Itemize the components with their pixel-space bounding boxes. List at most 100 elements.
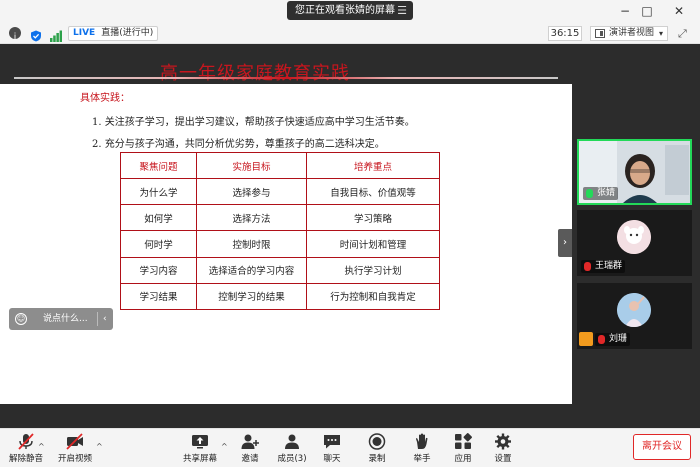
meeting-timer: 36:15: [548, 26, 582, 41]
avatar: [617, 293, 651, 327]
floating-chat-input[interactable]: ☺ 说点什么... ‹: [9, 308, 113, 330]
shield-icon[interactable]: [30, 27, 42, 42]
start-video-button[interactable]: 开启视频: [55, 433, 95, 466]
apps-label: 应用: [454, 454, 472, 464]
host-badge-icon: [579, 332, 593, 346]
members-label: 成员(3): [277, 454, 307, 464]
invite-label: 邀请: [241, 454, 259, 464]
section-label: 具体实践：: [80, 93, 130, 104]
participant-name-tag: 王瑞群: [581, 260, 626, 273]
maximize-button[interactable]: □: [638, 2, 656, 20]
add-user-icon: [241, 433, 259, 450]
table-header: 实施目标: [196, 151, 307, 180]
table-cell: 学习策略: [306, 204, 440, 232]
video-tile[interactable]: 王瑞群: [577, 210, 692, 276]
info-icon[interactable]: i: [9, 27, 21, 43]
emoji-icon[interactable]: ☺: [15, 313, 27, 325]
table-row: 如何学 选择方法 学习策略: [120, 204, 440, 232]
raise-hand-label: 举手: [413, 454, 431, 464]
title-bar: 您正在观看张婧的屏幕 ☰ − □ ✕: [0, 0, 700, 22]
video-options-icon[interactable]: ^: [96, 442, 103, 451]
share-screen-button[interactable]: 共享屏幕: [180, 433, 220, 466]
avatar: [617, 220, 651, 254]
table-header: 聚焦问题: [120, 151, 197, 180]
svg-text:i: i: [14, 33, 17, 43]
title-divider: [14, 77, 558, 79]
mic-muted-icon: [598, 335, 605, 344]
video-tile-active-speaker[interactable]: 张婧: [577, 139, 692, 205]
unmute-label: 解除静音: [8, 454, 43, 464]
meeting-toolbar: 解除静音 ^ 开启视频 ^ 共享屏幕 ^ 邀请 成员(3) 聊天 录制 举手 应…: [0, 428, 700, 467]
share-notice-text: 您正在观看张婧的屏幕: [295, 5, 395, 16]
video-tile[interactable]: 刘珊: [577, 283, 692, 349]
signal-strength-icon[interactable]: [50, 27, 62, 42]
table-cell: 何时学: [120, 230, 197, 258]
table-row: 学习结果 控制学习的结果 行为控制和自我肯定: [120, 282, 440, 311]
record-button[interactable]: 录制: [357, 433, 397, 466]
hamburger-menu-icon[interactable]: ☰: [397, 1, 407, 20]
table-cell: 如何学: [120, 204, 197, 232]
video-off-icon: [66, 433, 84, 450]
leave-meeting-button[interactable]: 离开会议: [633, 434, 691, 460]
table-header: 培养重点: [306, 151, 440, 180]
table-cell: 选择方法: [196, 204, 307, 232]
table-cell: 控制时限: [196, 230, 307, 258]
raise-hand-button[interactable]: 举手: [402, 433, 442, 466]
practice-table: 聚焦问题 实施目标 培养重点 为什么学 选择参与 自我目标、价值观等 如何学 选…: [120, 151, 440, 311]
start-video-label: 开启视频: [57, 454, 92, 464]
participant-name-tag: 刘珊: [595, 333, 631, 346]
table-cell: 选择适合的学习内容: [196, 256, 307, 284]
live-status[interactable]: LIVE 直播(进行中): [68, 26, 159, 41]
slide-point-1: 1. 关注孩子学习，提出学习建议，帮助孩子快速适应高中学习生活节奏。: [92, 117, 415, 128]
mic-active-icon: [586, 189, 593, 198]
table-header-row: 聚焦问题 实施目标 培养重点: [120, 151, 440, 180]
audio-options-icon[interactable]: ^: [38, 442, 45, 451]
table-cell: 学习内容: [120, 256, 197, 284]
settings-label: 设置: [494, 454, 512, 464]
table-cell: 执行学习计划: [306, 256, 440, 284]
chat-icon: [323, 433, 341, 450]
view-mode-label: 演讲者视图: [609, 28, 655, 38]
members-button[interactable]: 成员(3): [272, 433, 312, 466]
table-row: 为什么学 选择参与 自我目标、价值观等: [120, 178, 440, 206]
view-mode-button[interactable]: 演讲者视图 ▾: [590, 26, 668, 41]
hand-icon: [413, 433, 431, 450]
table-cell: 行为控制和自我肯定: [306, 282, 440, 311]
apps-grid-icon: [454, 433, 472, 450]
participant-name-tag: 张婧: [583, 187, 619, 200]
chevron-down-icon: ▾: [658, 29, 663, 38]
collapse-chat-icon[interactable]: ‹: [103, 308, 107, 330]
divider: [97, 312, 98, 326]
slide-point-2: 2. 充分与孩子沟通，共同分析优劣势，尊重孩子的高二选科决定。: [92, 139, 385, 150]
collapse-gallery-button[interactable]: ›: [558, 229, 572, 257]
apps-button[interactable]: 应用: [443, 433, 483, 466]
settings-button[interactable]: 设置: [483, 433, 523, 466]
share-screen-label: 共享屏幕: [182, 454, 217, 464]
invite-button[interactable]: 邀请: [230, 433, 270, 466]
live-tag: LIVE: [73, 28, 96, 38]
screen-share-notice[interactable]: 您正在观看张婧的屏幕 ☰: [287, 1, 413, 20]
record-icon: [368, 433, 386, 450]
meeting-status-bar: i LIVE 直播(进行中) 36:15 演讲者视图 ▾ ⤢: [0, 22, 700, 44]
table-cell: 选择参与: [196, 178, 307, 206]
table-cell: 控制学习的结果: [196, 282, 307, 311]
close-button[interactable]: ✕: [670, 2, 688, 20]
table-cell: 为什么学: [120, 178, 197, 206]
record-label: 录制: [368, 454, 386, 464]
live-status-text: 直播(进行中): [101, 28, 154, 38]
participant-name: 王瑞群: [595, 261, 623, 271]
share-screen-icon: [191, 433, 209, 450]
table-cell: 学习结果: [120, 282, 197, 311]
chat-button[interactable]: 聊天: [312, 433, 352, 466]
share-options-icon[interactable]: ^: [221, 442, 228, 451]
fullscreen-icon[interactable]: ⤢: [678, 27, 687, 41]
participants-icon: [283, 433, 301, 450]
minimize-button[interactable]: −: [616, 2, 634, 20]
table-cell: 时间计划和管理: [306, 230, 440, 258]
table-row: 何时学 控制时限 时间计划和管理: [120, 230, 440, 258]
participant-name: 刘珊: [609, 334, 628, 344]
table-cell: 自我目标、价值观等: [306, 178, 440, 206]
speaker-view-icon: [595, 29, 605, 38]
table-row: 学习内容 选择适合的学习内容 执行学习计划: [120, 256, 440, 284]
chat-placeholder: 说点什么...: [43, 314, 88, 324]
